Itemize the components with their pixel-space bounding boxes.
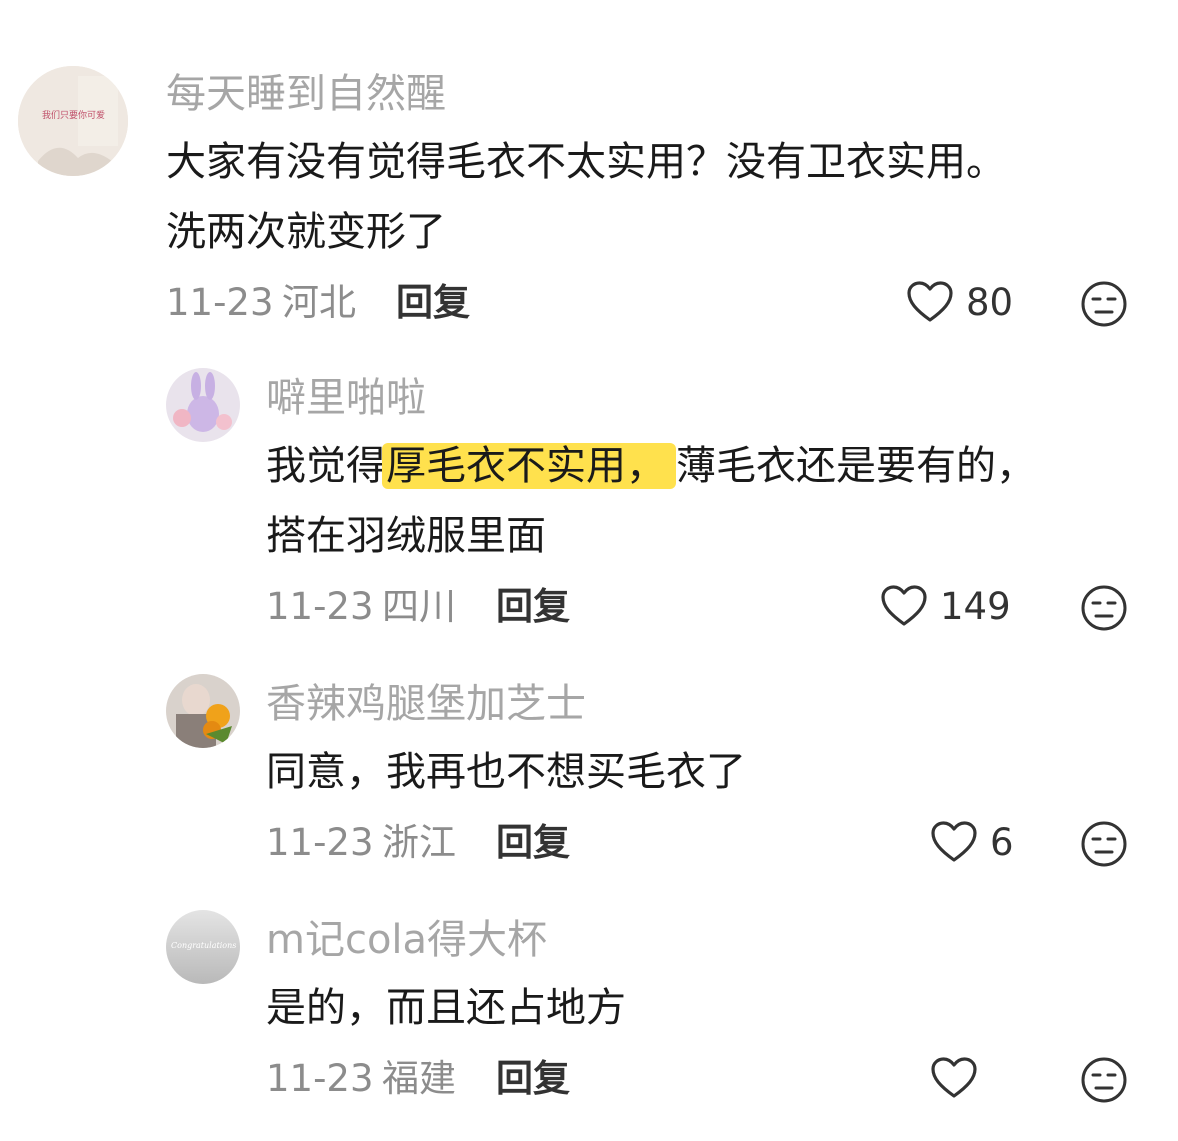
- heart-outline-icon: [931, 1057, 977, 1098]
- unamused-face-icon[interactable]: [1080, 280, 1128, 328]
- comment-list: 我们只要你可爱 每天睡到自然醒 大家有没有觉得毛衣不太实用？没有卫衣实用。 洗两…: [0, 0, 1178, 1141]
- like-count: 6: [990, 820, 1014, 864]
- avatar[interactable]: [166, 368, 240, 442]
- unamused-face-icon[interactable]: [1080, 584, 1128, 632]
- comment-text-line: 搭在羽绒服里面: [266, 513, 546, 559]
- like-count: 149: [940, 584, 1011, 628]
- reply-button[interactable]: 回复: [496, 1060, 570, 1097]
- avatar-image: [18, 66, 128, 176]
- heart-outline-icon: [907, 281, 953, 322]
- comment-location: 河北: [282, 281, 356, 324]
- username[interactable]: 香辣鸡腿堡加芝士: [266, 684, 586, 724]
- comment-location: 浙江: [382, 821, 456, 864]
- reply-button[interactable]: 回复: [496, 588, 570, 625]
- unamused-face-icon[interactable]: [1080, 1056, 1128, 1104]
- comment-date: 11-23: [266, 585, 374, 628]
- avatar-text: Congratulations: [171, 941, 237, 950]
- comment-text-line: 大家有没有觉得毛衣不太实用？没有卫衣实用。: [166, 139, 1006, 185]
- avatar[interactable]: Congratulations: [166, 910, 240, 984]
- username[interactable]: m记cola得大杯: [266, 920, 547, 960]
- username[interactable]: 噼里啪啦: [266, 378, 426, 418]
- avatar-image: [166, 674, 240, 748]
- avatar-text: 我们只要你可爱: [42, 111, 106, 121]
- like-button[interactable]: 80: [906, 280, 1013, 324]
- avatar[interactable]: 我们只要你可爱: [18, 66, 128, 176]
- avatar[interactable]: [166, 674, 240, 748]
- like-button[interactable]: 149: [880, 584, 1011, 628]
- heart-outline-icon: [931, 821, 977, 862]
- like-count: 80: [966, 280, 1014, 324]
- reply-button[interactable]: 回复: [396, 284, 470, 321]
- like-button[interactable]: 6: [930, 820, 1014, 864]
- unamused-face-icon[interactable]: [1080, 820, 1128, 868]
- comment-location: 福建: [382, 1057, 456, 1100]
- reply-button[interactable]: 回复: [496, 824, 570, 861]
- comment-text-line: 我觉得厚毛衣不实用， 薄毛衣还是要有的，: [266, 432, 1036, 500]
- comment-date: 11-23: [266, 821, 374, 864]
- highlighted-text: 厚毛衣不实用，: [382, 443, 676, 489]
- comment-date: 11-23: [266, 1057, 374, 1100]
- comment-text: 薄毛衣还是要有的，: [676, 443, 1036, 489]
- comment-text-line: 同意，我再也不想买毛衣了: [266, 749, 746, 795]
- like-button[interactable]: [930, 1056, 990, 1100]
- heart-outline-icon: [881, 585, 927, 626]
- avatar-image: [166, 368, 240, 442]
- comment-text: 我觉得: [266, 443, 386, 489]
- username[interactable]: 每天睡到自然醒: [166, 74, 446, 114]
- comment-date: 11-23: [166, 281, 274, 324]
- comment-location: 四川: [382, 585, 456, 628]
- comment-text-line: 洗两次就变形了: [166, 209, 446, 255]
- comment-text-line: 是的，而且还占地方: [266, 985, 626, 1031]
